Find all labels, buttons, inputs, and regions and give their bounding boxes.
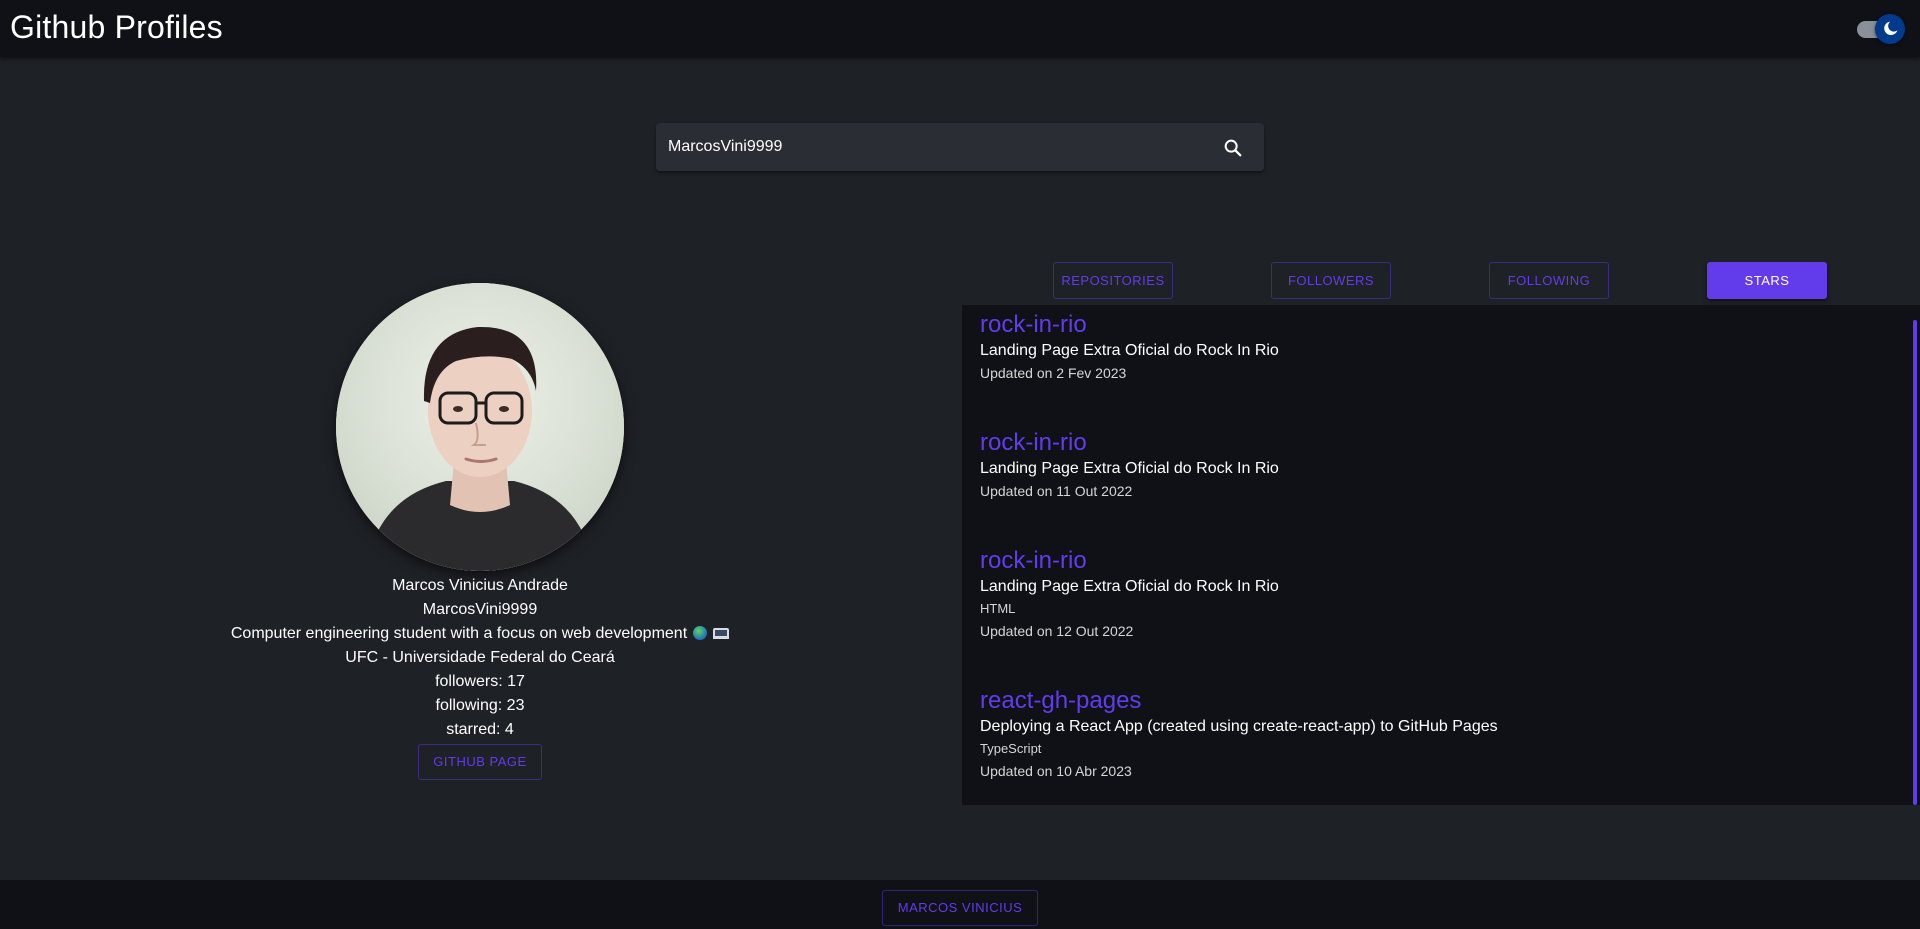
theme-toggle[interactable]: [1855, 14, 1907, 44]
repo-name-link[interactable]: react-gh-pages: [980, 687, 1498, 715]
search-button[interactable]: [1216, 131, 1250, 165]
list-item: react-gh-pages Deploying a React App (cr…: [980, 687, 1498, 782]
app-title: Github Profiles: [10, 9, 223, 45]
repo-language: HTML: [980, 601, 1016, 616]
tab-repositories[interactable]: REPOSITORIES: [1053, 262, 1173, 299]
repo-name-link[interactable]: rock-in-rio: [980, 547, 1279, 575]
tab-followers[interactable]: FOLLOWERS: [1271, 262, 1391, 299]
search-icon: [1224, 139, 1242, 157]
profile-login: MarcosVini9999: [422, 601, 538, 618]
moon-icon: [1884, 21, 1898, 36]
github-page-button[interactable]: GITHUB PAGE: [418, 744, 542, 780]
search-box: [656, 123, 1264, 171]
app-bar: Github Profiles: [0, 0, 1920, 57]
repo-updated: Updated on 2 Fev 2023: [980, 365, 1127, 381]
laptop-icon: [713, 628, 730, 639]
globe-icon: [693, 626, 708, 640]
profile-starred: starred: 4: [446, 721, 514, 738]
list-item: rock-in-rio Landing Page Extra Oficial d…: [980, 429, 1279, 502]
list-item: rock-in-rio Landing Page Extra Oficial d…: [980, 311, 1279, 384]
repo-description: Landing Page Extra Oficial do Rock In Ri…: [980, 460, 1279, 477]
profile-card: Marcos Vinicius Andrade MarcosVini9999 C…: [180, 283, 780, 780]
profile-company: UFC - Universidade Federal do Ceará: [345, 649, 615, 666]
search-input[interactable]: [668, 123, 1188, 171]
tab-stars[interactable]: STARS: [1707, 262, 1827, 299]
repo-description: Deploying a React App (created using cre…: [980, 718, 1498, 735]
profile-bio: Computer engineering student with a focu…: [230, 625, 688, 642]
author-button[interactable]: MARCOS VINICIUS: [882, 890, 1038, 926]
list-item: rock-in-rio Landing Page Extra Oficial d…: [980, 547, 1279, 642]
profile-followers: followers: 17: [435, 673, 525, 690]
repo-updated: Updated on 10 Abr 2023: [980, 763, 1132, 779]
repo-description: Landing Page Extra Oficial do Rock In Ri…: [980, 578, 1279, 595]
avatar-image: [336, 283, 624, 571]
repo-description: Landing Page Extra Oficial do Rock In Ri…: [980, 342, 1279, 359]
repo-name-link[interactable]: rock-in-rio: [980, 311, 1279, 339]
profile-bio-row: Computer engineering student with a focu…: [180, 622, 780, 646]
repo-name-link[interactable]: rock-in-rio: [980, 429, 1279, 457]
avatar: [336, 283, 624, 571]
repo-updated: Updated on 11 Out 2022: [980, 483, 1133, 499]
starred-repo-list: rock-in-rio Landing Page Extra Oficial d…: [962, 305, 1920, 805]
repo-language: TypeScript: [980, 741, 1042, 756]
footer: MARCOS VINICIUS: [0, 880, 1920, 929]
repo-updated: Updated on 12 Out 2022: [980, 623, 1134, 639]
tab-following[interactable]: FOLLOWING: [1489, 262, 1609, 299]
list-scrollbar[interactable]: [1913, 320, 1917, 805]
profile-name: Marcos Vinicius Andrade: [392, 577, 568, 594]
theme-toggle-thumb: [1875, 14, 1905, 44]
profile-following: following: 23: [435, 697, 525, 714]
